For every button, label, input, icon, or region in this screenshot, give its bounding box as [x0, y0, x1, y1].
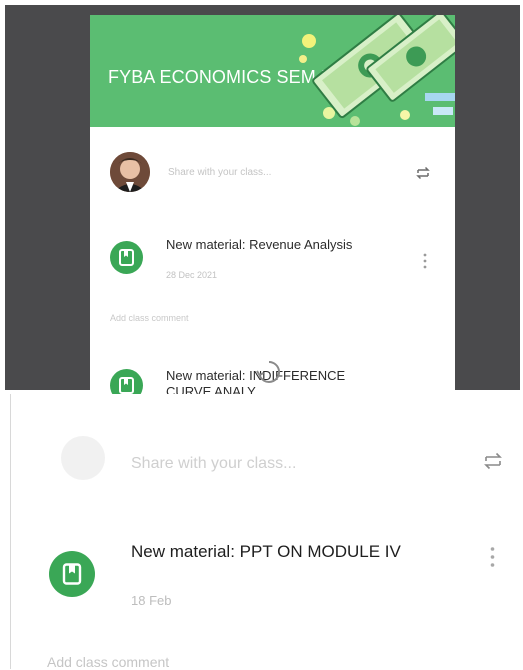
share-input-placeholder[interactable]: Share with your class...: [168, 167, 271, 178]
post-date: 28 Dec 2021: [166, 270, 218, 280]
add-class-comment[interactable]: Add class comment: [110, 313, 189, 323]
list-item[interactable]: New material: INDIFFERENCE CURVE ANALY..…: [90, 359, 455, 395]
money-illustration-icon: [299, 15, 455, 126]
add-class-comment[interactable]: Add class comment: [47, 654, 169, 670]
loading-spinner-icon: [256, 360, 281, 383]
bottom-screenshot: Share with your class... New material: P…: [10, 394, 519, 670]
material-icon: [110, 241, 143, 274]
share-input-placeholder[interactable]: Share with your class...: [131, 455, 296, 473]
material-icon: [110, 369, 143, 395]
post-date: 18 Feb: [131, 593, 172, 608]
share-row[interactable]: Share with your class...: [90, 150, 455, 200]
post-title: New material: Revenue Analysis: [166, 237, 353, 252]
top-screenshot-frame: FYBA ECONOMICS SEM I 202... Share with y…: [5, 5, 520, 395]
avatar: [110, 152, 150, 192]
class-stream-card: FYBA ECONOMICS SEM I 202... Share with y…: [90, 15, 455, 395]
kebab-menu-icon[interactable]: [490, 546, 495, 568]
list-item[interactable]: New material: Revenue Analysis 28 Dec 20…: [90, 237, 455, 297]
material-icon: [49, 551, 95, 597]
avatar: [61, 436, 105, 480]
kebab-menu-icon[interactable]: [423, 253, 427, 269]
post-title[interactable]: New material: PPT ON MODULE IV: [131, 540, 411, 563]
repost-icon[interactable]: [481, 449, 505, 473]
class-banner[interactable]: FYBA ECONOMICS SEM I 202...: [90, 15, 455, 127]
repost-icon[interactable]: [414, 164, 432, 182]
